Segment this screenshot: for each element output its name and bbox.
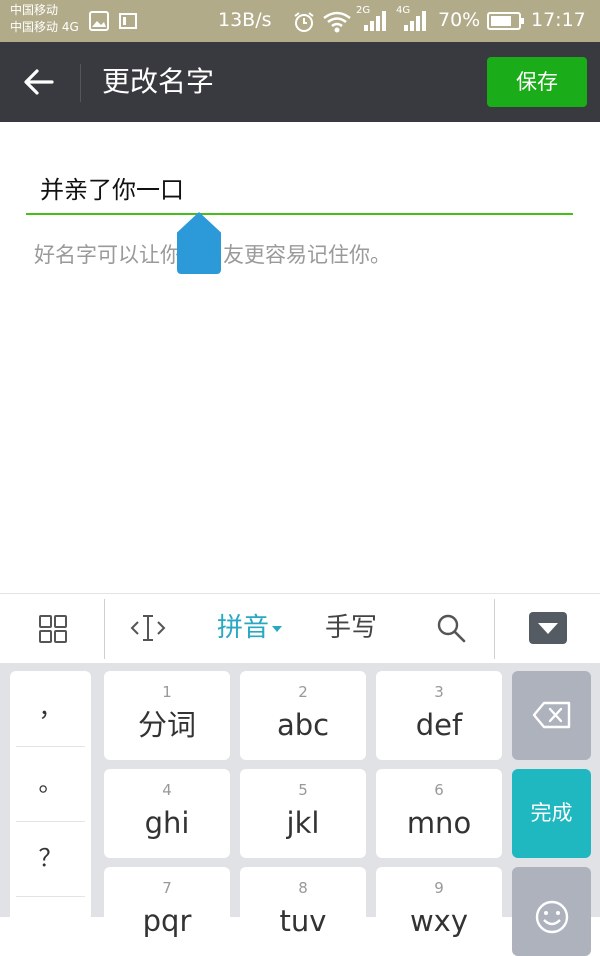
key-9[interactable]: 9 wxy bbox=[376, 867, 502, 956]
emoji-key[interactable] bbox=[512, 867, 591, 956]
key-4[interactable]: 4 ghi bbox=[104, 769, 230, 858]
status-bar: 中国移动 中国移动 4G 13B/s 2G 4G 70% 17:17 bbox=[0, 0, 600, 42]
sim-icon bbox=[119, 13, 137, 29]
key-7[interactable]: 7 pqr bbox=[104, 867, 230, 956]
key-number: 6 bbox=[434, 781, 444, 799]
carrier-1-label: 中国移动 bbox=[10, 3, 59, 17]
ime-divider bbox=[494, 599, 495, 659]
key-label: wxy bbox=[409, 904, 469, 938]
page-title: 更改名字 bbox=[102, 65, 215, 98]
title-divider bbox=[80, 64, 81, 102]
clock-label: 17:17 bbox=[531, 9, 586, 31]
key-5[interactable]: 5 jkl bbox=[240, 769, 366, 858]
key-6[interactable]: 6 mno bbox=[376, 769, 502, 858]
input-underline bbox=[26, 213, 573, 215]
key-number: 9 bbox=[434, 879, 444, 897]
key-number: 3 bbox=[434, 683, 444, 701]
punct-key-question[interactable]: ？ bbox=[10, 821, 91, 896]
key-label: def bbox=[415, 708, 463, 742]
key-label: mno bbox=[406, 806, 472, 840]
done-key[interactable]: 完成 bbox=[512, 769, 591, 858]
punctuation-column: ， 。 ？ bbox=[10, 671, 91, 931]
key-number: 5 bbox=[298, 781, 308, 799]
key-3[interactable]: 3 def bbox=[376, 671, 502, 760]
grid-icon[interactable] bbox=[38, 614, 68, 644]
key-number: 8 bbox=[298, 879, 308, 897]
key-number: 7 bbox=[162, 879, 172, 897]
wifi-icon bbox=[323, 11, 351, 33]
name-input[interactable]: 并亲了你一口 bbox=[40, 172, 540, 208]
key-1[interactable]: 1 分词 bbox=[104, 671, 230, 760]
search-icon[interactable] bbox=[435, 612, 467, 644]
key-number: 1 bbox=[162, 683, 172, 701]
keyboard-hide-icon[interactable] bbox=[528, 611, 568, 645]
net-speed-label: 13B/s bbox=[218, 9, 272, 31]
key-number: 4 bbox=[162, 781, 172, 799]
punct-key-comma[interactable]: ， bbox=[10, 671, 91, 746]
key-label: ghi bbox=[144, 806, 190, 840]
punct-divider bbox=[16, 896, 85, 897]
battery-percent-label: 70% bbox=[438, 9, 481, 31]
key-8[interactable]: 8 tuv bbox=[240, 867, 366, 956]
key-label: jkl bbox=[286, 806, 320, 840]
cursor-move-icon[interactable] bbox=[130, 612, 166, 644]
caret-down-icon bbox=[272, 625, 283, 632]
cursor-handle-icon[interactable] bbox=[177, 212, 221, 274]
key-label: 分词 bbox=[137, 708, 196, 742]
ime-mode-pinyin-label: 拼音 bbox=[217, 613, 270, 643]
gallery-icon bbox=[89, 11, 109, 31]
carrier-2-label: 中国移动 4G bbox=[10, 20, 79, 34]
emoji-icon bbox=[535, 900, 569, 934]
signal-icon bbox=[404, 11, 426, 31]
ime-divider bbox=[104, 599, 105, 659]
ime-mode-pinyin[interactable]: 拼音 bbox=[217, 610, 283, 646]
key-2[interactable]: 2 abc bbox=[240, 671, 366, 760]
key-label: tuv bbox=[279, 904, 327, 938]
back-arrow-icon[interactable] bbox=[22, 66, 56, 98]
keyboard: ， 。 ？ 1 分词 2 abc 3 def 4 ghi 5 jkl 6 mno… bbox=[0, 663, 600, 956]
signal-icon bbox=[364, 11, 386, 31]
battery-icon bbox=[487, 12, 524, 30]
ime-mode-handwrite[interactable]: 手写 bbox=[325, 610, 377, 646]
punct-key-period[interactable]: 。 bbox=[10, 746, 91, 821]
key-label: pqr bbox=[142, 904, 192, 938]
alarm-icon bbox=[294, 12, 314, 32]
key-label: abc bbox=[276, 708, 330, 742]
save-button[interactable]: 保存 bbox=[487, 57, 587, 107]
title-bar: 更改名字 保存 bbox=[0, 42, 600, 122]
ime-toolbar: 拼音 手写 bbox=[0, 593, 600, 664]
backspace-icon bbox=[532, 701, 571, 729]
backspace-key[interactable] bbox=[512, 671, 591, 760]
key-number: 2 bbox=[298, 683, 308, 701]
